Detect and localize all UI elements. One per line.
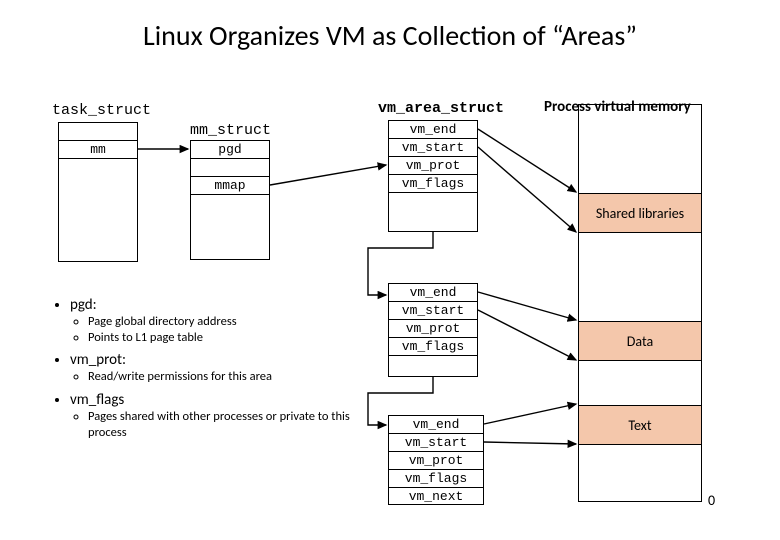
mm-struct-row-blank bbox=[191, 159, 269, 177]
vm-area-2-end: vm_end bbox=[389, 284, 477, 302]
memory-zero-label: 0 bbox=[708, 492, 715, 509]
mm-struct-row-mmap: mmap bbox=[191, 177, 269, 195]
vm-area-1-prot: vm_prot bbox=[389, 157, 477, 175]
vm-area-2-rest bbox=[389, 356, 477, 378]
vm-area-1-end: vm_end bbox=[389, 121, 477, 139]
vm-area-3-flags: vm_flags bbox=[389, 470, 483, 488]
memory-text: Text bbox=[579, 405, 701, 445]
slide-title: Linux Organizes VM as Collection of “Are… bbox=[0, 18, 780, 53]
vm-area-3-prot: vm_prot bbox=[389, 452, 483, 470]
task-struct-row-mm: mm bbox=[59, 141, 137, 159]
vm-area-3-next: vm_next bbox=[389, 488, 483, 506]
memory-data: Data bbox=[579, 321, 701, 361]
memory-shared-libs: Shared libraries bbox=[579, 193, 701, 233]
vm-area-2: vm_end vm_start vm_prot vm_flags bbox=[388, 283, 478, 377]
notes-vmprot-b1: Read/write permissions for this area bbox=[88, 369, 372, 385]
notes-pgd-b1: Page global directory address bbox=[88, 314, 372, 330]
vm-area-1-start: vm_start bbox=[389, 139, 477, 157]
vm-area-2-start: vm_start bbox=[389, 302, 477, 320]
task-struct-box: mm bbox=[58, 122, 138, 262]
notes-block: pgd: Page global directory address Point… bbox=[52, 296, 372, 446]
label-task-struct: task_struct bbox=[52, 102, 151, 119]
notes-vmprot-heading: vm_prot: bbox=[70, 351, 126, 369]
vm-area-2-flags: vm_flags bbox=[389, 338, 477, 356]
notes-pgd-b2: Points to L1 page table bbox=[88, 330, 372, 346]
task-struct-row-blank bbox=[59, 123, 137, 141]
notes-pgd-heading: pgd: bbox=[70, 296, 97, 314]
label-vm-area-struct: vm_area_struct bbox=[378, 100, 504, 117]
vm-area-3: vm_end vm_start vm_prot vm_flags vm_next bbox=[388, 415, 484, 505]
notes-vmflags-heading: vm_flags bbox=[70, 391, 124, 409]
notes-vmflags-b1: Pages shared with other processes or pri… bbox=[88, 409, 372, 440]
task-struct-row-rest bbox=[59, 159, 137, 263]
mm-struct-box: pgd mmap bbox=[190, 140, 270, 260]
vm-area-3-start: vm_start bbox=[389, 434, 483, 452]
memory-column: Shared libraries Data Text bbox=[578, 104, 702, 502]
vm-area-1-rest bbox=[389, 193, 477, 233]
vm-area-1-flags: vm_flags bbox=[389, 175, 477, 193]
vm-area-2-prot: vm_prot bbox=[389, 320, 477, 338]
mm-struct-row-rest bbox=[191, 195, 269, 261]
vm-area-3-end: vm_end bbox=[389, 416, 483, 434]
mm-struct-row-pgd: pgd bbox=[191, 141, 269, 159]
label-mm-struct: mm_struct bbox=[190, 122, 271, 139]
vm-area-1: vm_end vm_start vm_prot vm_flags bbox=[388, 120, 478, 232]
